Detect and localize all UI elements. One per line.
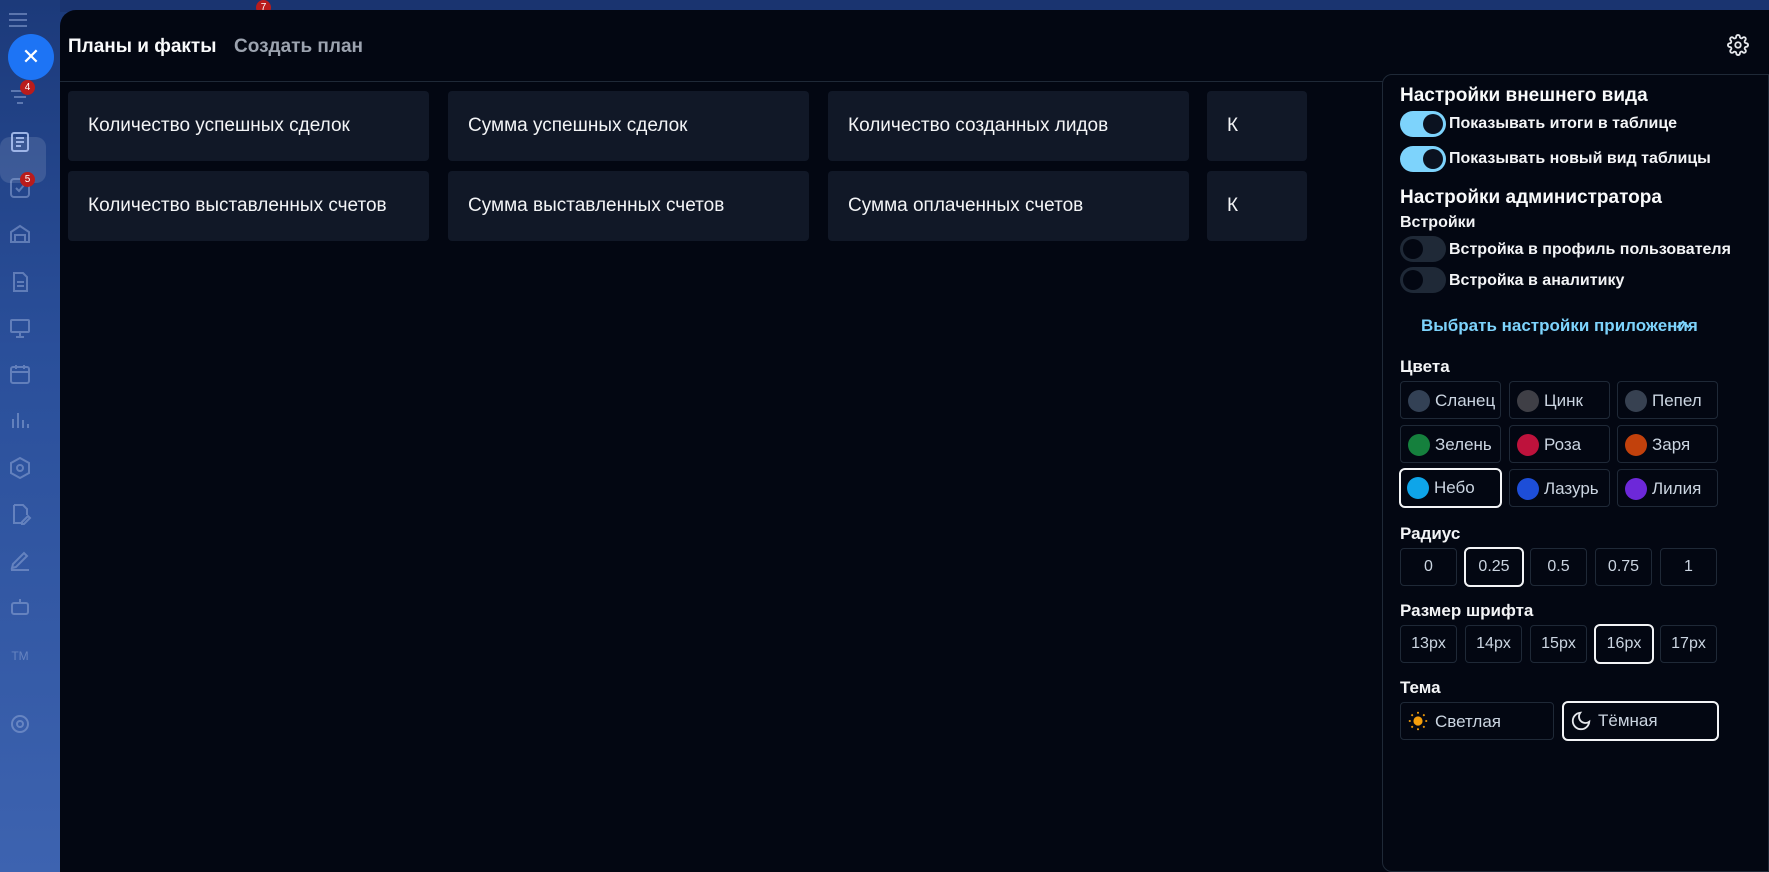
hexagon-icon[interactable] [8, 456, 32, 480]
metric-card[interactable]: Количество выставленных счетов [68, 171, 429, 241]
close-button[interactable]: ✕ [8, 34, 54, 80]
radius-option[interactable]: 1 [1660, 548, 1717, 586]
profile-embed-toggle[interactable] [1400, 236, 1446, 262]
toggle-knob [1403, 270, 1423, 290]
theme-name: Светлая [1435, 712, 1501, 731]
edit-document-icon[interactable] [8, 502, 32, 526]
tab-plans-and-facts[interactable]: Планы и факты [68, 36, 216, 58]
moon-icon [1570, 710, 1592, 732]
calendar-icon[interactable] [8, 362, 32, 386]
color-name: Небо [1434, 478, 1475, 497]
new-table-view-toggle[interactable] [1400, 146, 1446, 172]
color-option-rose[interactable]: Роза [1509, 425, 1610, 463]
analytics-embed-toggle[interactable] [1400, 267, 1446, 293]
font-size-label: Размер шрифта [1400, 601, 1534, 620]
metric-card[interactable]: Сумма оплаченных счетов [828, 171, 1189, 241]
color-swatch [1625, 478, 1647, 500]
analytics-embed-label: Встройка в аналитику [1449, 272, 1625, 289]
color-swatch [1407, 477, 1429, 499]
color-swatch [1625, 434, 1647, 456]
pen-icon[interactable] [8, 548, 32, 572]
font-size-option[interactable]: 17px [1660, 625, 1717, 663]
settings-rail-icon[interactable] [8, 712, 32, 736]
app-header: Планы и факты Создать план [60, 10, 1769, 82]
color-swatch [1517, 434, 1539, 456]
color-option-sky[interactable]: Небо [1399, 468, 1502, 508]
profile-embed-label: Встройка в профиль пользователя [1449, 241, 1731, 258]
color-swatch [1625, 390, 1647, 412]
analytics-icon[interactable] [8, 408, 32, 432]
sun-icon [1407, 710, 1429, 732]
color-name: Лилия [1652, 479, 1702, 498]
gear-icon[interactable] [1727, 34, 1749, 56]
color-option-dawn[interactable]: Заря [1617, 425, 1718, 463]
color-swatch [1517, 478, 1539, 500]
radius-option[interactable]: 0.25 [1464, 547, 1524, 587]
color-option-green[interactable]: Зелень [1400, 425, 1501, 463]
notification-badge: 4 [20, 80, 35, 95]
color-swatch [1408, 434, 1430, 456]
tab-create-plan[interactable]: Создать план [234, 36, 363, 58]
radius-option[interactable]: 0.75 [1595, 548, 1652, 586]
color-option-zinc[interactable]: Цинк [1509, 381, 1610, 419]
colors-label: Цвета [1400, 357, 1450, 376]
notification-badge: 5 [20, 172, 35, 187]
admin-settings-title: Настройки администратора [1400, 187, 1662, 208]
font-size-option[interactable]: 16px [1594, 624, 1654, 664]
theme-option-light[interactable]: Светлая [1400, 702, 1554, 740]
color-name: Зелень [1435, 435, 1492, 454]
radius-label: Радиус [1400, 524, 1461, 543]
color-name: Роза [1544, 435, 1582, 454]
toggle-knob [1423, 149, 1443, 169]
color-swatch [1517, 390, 1539, 412]
new-table-view-label: Показывать новый вид таблицы [1449, 150, 1711, 167]
font-size-option[interactable]: 15px [1530, 625, 1587, 663]
embeds-label: Встройки [1400, 214, 1476, 231]
font-size-option[interactable]: 14px [1465, 625, 1522, 663]
show-totals-label: Показывать итоги в таблице [1449, 115, 1678, 132]
color-name: Лазурь [1544, 479, 1599, 498]
plans-icon[interactable] [8, 130, 32, 154]
metric-card[interactable]: Количество успешных сделок [68, 91, 429, 161]
metric-card[interactable]: Сумма успешных сделок [448, 91, 809, 161]
color-name: Сланец [1435, 391, 1496, 410]
theme-label: Тема [1400, 678, 1441, 697]
toggle-knob [1403, 239, 1423, 259]
menu-icon[interactable] [6, 8, 30, 32]
color-name: Заря [1652, 435, 1691, 454]
color-name: Пепел [1652, 391, 1702, 410]
show-totals-toggle[interactable] [1400, 111, 1446, 137]
metric-card[interactable]: Сумма выставленных счетов [448, 171, 809, 241]
color-name: Цинк [1544, 391, 1583, 410]
color-swatch [1408, 390, 1430, 412]
radius-option[interactable]: 0.5 [1530, 548, 1587, 586]
document-icon[interactable] [8, 270, 32, 294]
theme-option-dark[interactable]: Тёмная [1562, 701, 1719, 741]
metric-card[interactable]: К [1207, 171, 1307, 241]
chevron-up-icon[interactable] [1673, 315, 1693, 335]
theme-name: Тёмная [1598, 711, 1658, 730]
color-option-lily[interactable]: Лилия [1617, 469, 1718, 507]
background-sidebar: 4 5 TM [0, 0, 60, 872]
avatar[interactable]: TM [8, 644, 32, 668]
radius-option[interactable]: 0 [1400, 548, 1457, 586]
appearance-settings-title: Настройки внешнего вида [1400, 85, 1648, 106]
font-size-option[interactable]: 13px [1400, 625, 1457, 663]
metric-card[interactable]: К [1207, 91, 1307, 161]
presentation-icon[interactable] [8, 316, 32, 340]
warehouse-icon[interactable] [8, 222, 32, 246]
robot-icon[interactable] [8, 594, 32, 618]
color-option-azure[interactable]: Лазурь [1509, 469, 1610, 507]
settings-panel: Настройки внешнего вида Показывать итоги… [1382, 74, 1769, 872]
color-option-ash[interactable]: Пепел [1617, 381, 1718, 419]
toggle-knob [1423, 114, 1443, 134]
metric-card[interactable]: Количество созданных лидов [828, 91, 1189, 161]
color-option-slate[interactable]: Сланец [1400, 381, 1501, 419]
app-settings-link[interactable]: Выбрать настройки приложения [1421, 316, 1698, 336]
